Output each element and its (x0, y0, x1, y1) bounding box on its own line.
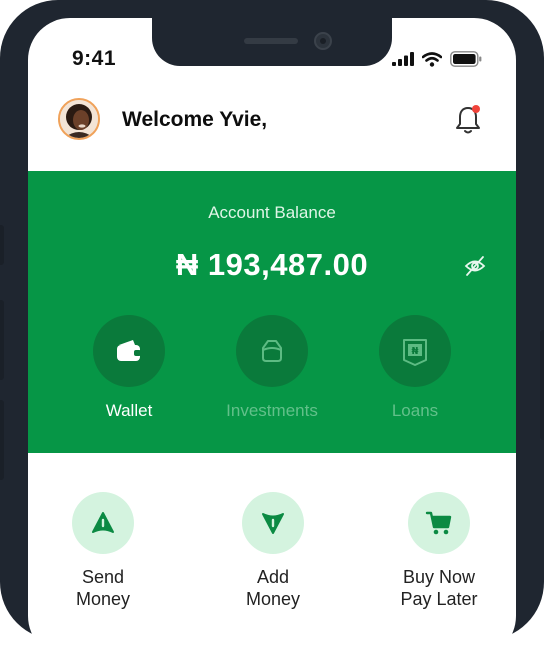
tab-loans[interactable]: ₦ Loans (345, 315, 485, 425)
investments-icon (262, 340, 282, 362)
tab-wallet[interactable]: Wallet (59, 315, 199, 425)
status-time: 9:41 (72, 47, 117, 70)
camera (314, 32, 332, 50)
tab-wallet-label: Wallet (105, 401, 153, 420)
tab-investments-label: Investments (226, 401, 318, 420)
side-button (0, 225, 4, 265)
speaker (244, 38, 298, 44)
balance-label: Account Balance (208, 203, 336, 222)
notification-dot (472, 105, 480, 113)
balance-card: Account Balance ₦ 193,487.00 Wallet Inve… (28, 171, 516, 453)
cart-icon (425, 511, 452, 535)
avatar[interactable] (58, 98, 100, 140)
send-icon (92, 512, 114, 533)
tab-investments[interactable]: Investments (202, 315, 342, 425)
loans-icon: ₦ (403, 339, 427, 366)
screen: 9:41 Welcome Yvie, Account Balance ₦ 193… (28, 18, 516, 658)
tab-loans-label: Loans (391, 401, 439, 420)
balance-amount: ₦ 193,487.00 (175, 247, 369, 282)
add-money-icon (262, 513, 284, 534)
wifi-icon (422, 51, 442, 67)
notch (152, 18, 392, 66)
side-button (0, 400, 4, 480)
welcome-text: Welcome Yvie, (122, 108, 268, 131)
svg-text:₦: ₦ (412, 346, 419, 357)
wallet-icon (117, 340, 141, 361)
notification-bell-icon[interactable] (454, 103, 482, 135)
add-money-label: Add Money (245, 567, 301, 609)
buy-now-pay-later-label: Buy Now Pay Later (400, 567, 478, 609)
hide-balance-icon[interactable] (464, 255, 486, 277)
send-money-button[interactable]: Send Money (38, 492, 168, 610)
side-button (0, 300, 4, 380)
battery-icon (450, 51, 482, 67)
header: Welcome Yvie, (28, 96, 516, 172)
buy-now-pay-later-button[interactable]: Buy Now Pay Later (374, 492, 504, 610)
status-icons (392, 51, 482, 67)
signal-icon (392, 52, 414, 66)
side-button (540, 330, 544, 440)
avatar-photo (60, 100, 98, 138)
send-money-label: Send Money (75, 567, 131, 609)
add-money-button[interactable]: Add Money (208, 492, 338, 610)
